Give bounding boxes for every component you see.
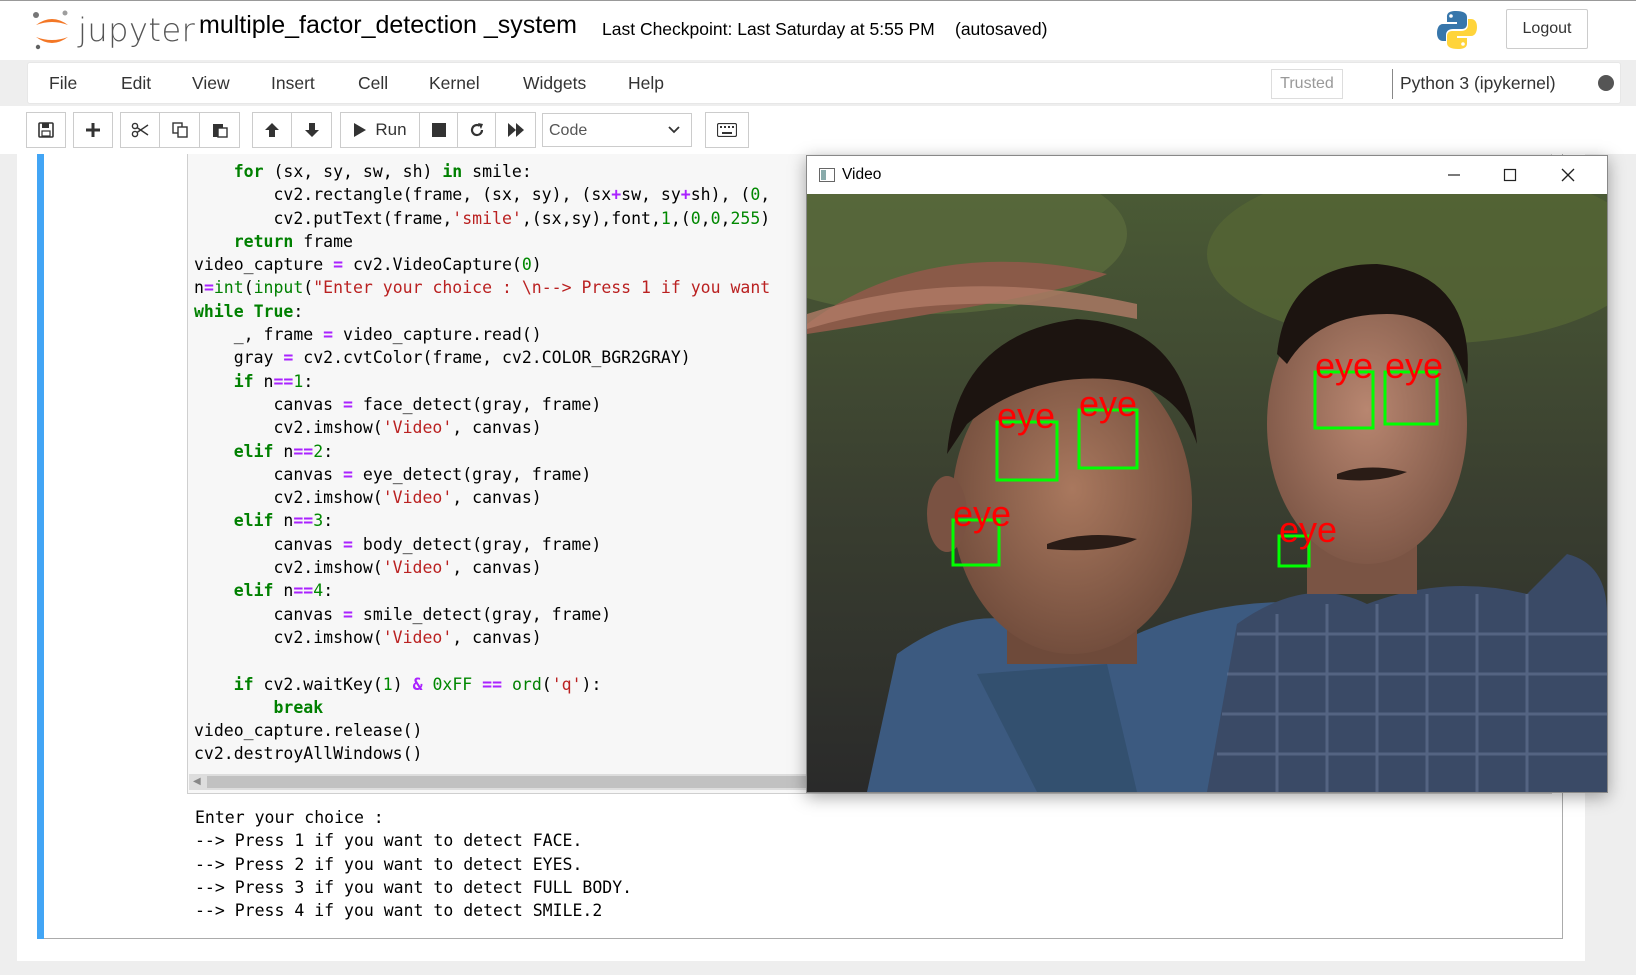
scrollbar-thumb[interactable] — [207, 776, 827, 788]
command-palette-button[interactable] — [705, 112, 749, 148]
cell-output: Enter your choice : --> Press 1 if you w… — [195, 808, 633, 921]
arrow-up-icon — [265, 123, 279, 137]
eye-detection-label: eye — [1079, 383, 1137, 424]
trusted-indicator[interactable]: Trusted — [1271, 69, 1343, 99]
eye-detection-label: eye — [953, 493, 1011, 534]
notebook-header: jupyter multiple_factor_detection _syste… — [0, 0, 1636, 60]
play-icon — [354, 123, 367, 137]
copy-icon — [171, 122, 188, 138]
menu-kernel[interactable]: Kernel — [429, 73, 480, 94]
maximize-button[interactable] — [1487, 162, 1533, 188]
notebook-name[interactable]: multiple_factor_detection _system — [199, 11, 577, 40]
cut-button[interactable] — [120, 112, 160, 148]
jupyter-logo-icon — [33, 10, 68, 50]
cell-type-value: Code — [549, 122, 588, 139]
logout-button[interactable]: Logout — [1506, 9, 1588, 49]
kernel-name[interactable]: Python 3 (ipykernel) — [1400, 73, 1556, 94]
eye-detection-label: eye — [1279, 509, 1337, 550]
restart-button[interactable] — [458, 112, 496, 148]
keyboard-icon — [717, 123, 737, 137]
paste-button[interactable] — [200, 112, 240, 148]
run-button[interactable]: Run — [340, 112, 420, 148]
jupyter-logo[interactable]: jupyter — [32, 9, 195, 51]
move-up-button[interactable] — [252, 112, 292, 148]
plus-icon — [86, 123, 100, 137]
save-button[interactable] — [26, 112, 66, 148]
video-titlebar[interactable]: Video — [807, 156, 1607, 194]
move-down-button[interactable] — [292, 112, 332, 148]
menu-cell[interactable]: Cell — [358, 73, 388, 94]
notebook-toolbar: Run Code — [0, 106, 1636, 154]
menu-view[interactable]: View — [192, 73, 230, 94]
video-window-title: Video — [842, 166, 882, 183]
restart-run-all-button[interactable] — [496, 112, 536, 148]
webcam-image: eye eyeeyeeye eyeeye — [807, 194, 1607, 792]
scroll-left-icon[interactable]: ◀ — [193, 776, 201, 787]
kernel-status-icon — [1598, 75, 1614, 91]
chevron-down-icon — [668, 126, 680, 134]
code-text[interactable]: for (sx, sy, sw, sh) in smile: cv2.recta… — [194, 160, 770, 766]
run-label: Run — [375, 120, 407, 139]
cut-icon — [131, 122, 149, 138]
stop-icon — [431, 123, 446, 137]
window-app-icon — [819, 168, 835, 182]
menubar: File Edit View Insert Cell Kernel Widget… — [27, 62, 1621, 104]
video-frame: eye eye eye eye eye eye — [807, 194, 1607, 792]
jupyter-logo-text: jupyter — [78, 11, 196, 49]
copy-button[interactable] — [160, 112, 200, 148]
menu-edit[interactable]: Edit — [121, 73, 151, 94]
menu-insert[interactable]: Insert — [271, 73, 315, 94]
menu-file[interactable]: File — [49, 73, 77, 94]
maximize-icon — [1503, 168, 1517, 182]
video-window[interactable]: Video eye eye eye eye eye eye — [806, 155, 1608, 793]
minimize-icon — [1448, 174, 1460, 176]
close-icon — [1561, 168, 1575, 182]
eye-detection-label: eye — [1315, 345, 1373, 386]
minimize-button[interactable] — [1431, 162, 1477, 188]
restart-icon — [470, 123, 483, 137]
paste-icon — [212, 124, 228, 138]
eye-detection-label: eye — [997, 395, 1055, 436]
python-logo-icon — [1437, 11, 1477, 49]
checkpoint-status: Last Checkpoint: Last Saturday at 5:55 P… — [602, 19, 935, 39]
interrupt-button[interactable] — [420, 112, 458, 148]
code-horizontal-scrollbar[interactable]: ◀ — [189, 774, 829, 790]
kernel-separator — [1392, 69, 1393, 99]
close-button[interactable] — [1545, 162, 1591, 188]
cell-type-select[interactable]: Code — [542, 113, 692, 147]
menu-widgets[interactable]: Widgets — [523, 73, 586, 94]
arrow-down-icon — [304, 123, 319, 137]
cell-selected-indicator — [37, 154, 44, 939]
menu-help[interactable]: Help — [628, 73, 664, 94]
eye-detection-label: eye — [1385, 345, 1443, 386]
save-icon — [38, 122, 54, 138]
insert-cell-button[interactable] — [73, 112, 113, 148]
fast-forward-icon — [507, 123, 524, 137]
autosave-status: (autosaved) — [955, 19, 1048, 39]
